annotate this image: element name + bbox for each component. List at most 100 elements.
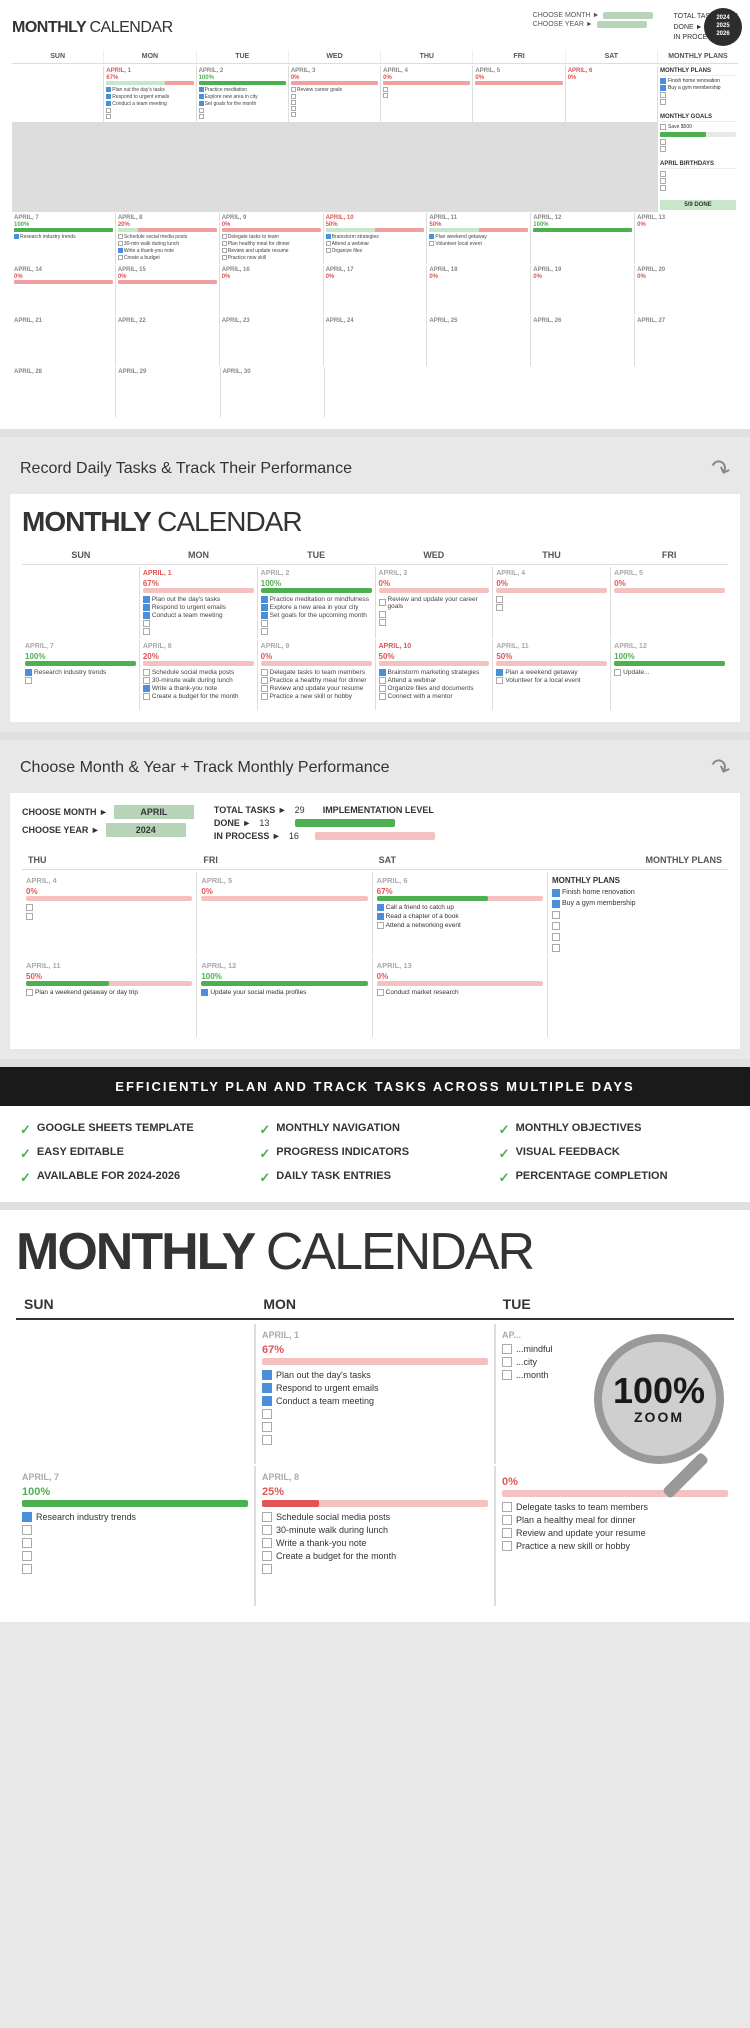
large-cal-cell-apr1: APRIL, 1 67% Plan out the day's tasks Re…: [256, 1324, 494, 1464]
separator-3: [0, 1059, 750, 1067]
check-icon: ✓: [259, 1170, 270, 1186]
day-sun: SUN: [12, 50, 104, 63]
description-text-2: Choose Month & Year + Track Monthly Perf…: [20, 759, 700, 777]
large-day-sun: SUN: [16, 1290, 255, 1318]
feature-label: DAILY TASK ENTRIES: [276, 1170, 391, 1182]
cal-cell: APRIL, 5 0%: [473, 66, 564, 122]
day-label-wed: WED: [375, 546, 493, 564]
feature-label: EASY EDITABLE: [37, 1146, 124, 1158]
cal-cell: APRIL, 6 0%: [566, 66, 657, 122]
done-impl-bar: [295, 819, 395, 827]
section-description-2: Choose Month & Year + Track Monthly Perf…: [0, 740, 750, 793]
check-icon: ✓: [20, 1146, 31, 1162]
perf-controls: CHOOSE MONTH ► APRIL CHOOSE YEAR ► 2024: [22, 805, 194, 837]
cal-cell-medium: [22, 567, 139, 639]
description-text-1: Record Daily Tasks & Track Their Perform…: [20, 460, 700, 478]
check-icon: ✓: [499, 1146, 510, 1162]
section-description-1: Record Daily Tasks & Track Their Perform…: [0, 437, 750, 494]
separator-4: [0, 1202, 750, 1210]
cal-cell: APRIL, 4 0%: [381, 66, 472, 122]
perf-year-value: 2024: [106, 823, 186, 837]
cal-cell-medium: APRIL, 11 50% Plan a weekend getaway Vol…: [493, 640, 610, 710]
features-col1: ✓ GOOGLE SHEETS TEMPLATE ✓ EASY EDITABLE…: [20, 1122, 251, 1186]
feature-item: ✓ MONTHLY OBJECTIVES: [499, 1122, 730, 1138]
perf-grid-week2: APRIL, 11 50% Plan a weekend getaway or …: [22, 957, 728, 1037]
day-label-fri: FRI: [610, 546, 728, 564]
day-fri: FRI: [473, 50, 565, 63]
check-icon: ✓: [20, 1122, 31, 1138]
cal-row-3: APRIL, 14 0% APRIL, 15 0% APRIL, 16 0% A…: [12, 265, 738, 315]
done-count: 5/9 DONE: [660, 200, 736, 210]
cal-row-1: APRIL, 1 67% Plan out the day's tasks Re…: [12, 66, 738, 212]
year-badge: 2024 2025 2026: [704, 8, 742, 46]
feature-item: ✓ PERCENTAGE COMPLETION: [499, 1170, 730, 1186]
large-days-header: SUN MON TUE: [16, 1290, 734, 1320]
large-day-mon: MON: [255, 1290, 494, 1318]
cal-cell-medium: APRIL, 5 0%: [611, 567, 728, 639]
perf-plans-cell: MONTHLY PLANS Finish home renovation Buy…: [548, 872, 728, 956]
feature-label: MONTHLY OBJECTIVES: [516, 1122, 642, 1134]
check-icon: ✓: [499, 1122, 510, 1138]
cal-grid-medium-week1: APRIL, 1 67% Plan out the day's tasks Re…: [22, 567, 728, 639]
perf-cell: APRIL, 12 100% Update your social media …: [197, 957, 371, 1037]
magnifier: 100% ZOOM: [594, 1334, 724, 1511]
perf-cell: APRIL, 4 0%: [22, 872, 196, 956]
perf-cell: APRIL, 11 50% Plan a weekend getaway or …: [22, 957, 196, 1037]
large-cal-cell-empty: [16, 1324, 254, 1464]
cal-title-thumb: MONTHLY CALENDAR: [12, 19, 173, 37]
features-grid: ✓ GOOGLE SHEETS TEMPLATE ✓ EASY EDITABLE…: [20, 1122, 730, 1186]
choose-year-label: CHOOSE YEAR ►: [533, 21, 593, 28]
cal-cell-medium: APRIL, 1 67% Plan out the day's tasks Re…: [140, 567, 257, 639]
check-icon: ✓: [259, 1146, 270, 1162]
perf-top: CHOOSE MONTH ► APRIL CHOOSE YEAR ► 2024 …: [22, 805, 728, 841]
perf-cell: APRIL, 5 0%: [197, 872, 371, 956]
day-label-thu: THU: [493, 546, 611, 564]
feature-item: ✓ VISUAL FEEDBACK: [499, 1146, 730, 1162]
magnifier-circle: 100% ZOOM: [594, 1334, 724, 1464]
day-label-mon: MON: [140, 546, 258, 564]
perf-month-label: CHOOSE MONTH ►: [22, 807, 108, 817]
features-col3: ✓ MONTHLY OBJECTIVES ✓ VISUAL FEEDBACK ✓…: [499, 1122, 730, 1186]
cal-cell-medium: APRIL, 3 0% Review and update your caree…: [376, 567, 493, 639]
check-icon: ✓: [259, 1122, 270, 1138]
day-mon: MON: [104, 50, 196, 63]
feature-item: ✓ PROGRESS INDICATORS: [259, 1146, 490, 1162]
cal-cell: [12, 66, 103, 122]
month-bar: [603, 12, 653, 19]
day-sat: SAT: [566, 50, 658, 63]
perf-cell: APRIL, 6 67% Call a friend to catch up R…: [373, 872, 547, 956]
perf-year-label: CHOOSE YEAR ►: [22, 825, 100, 835]
choose-month-label: CHOOSE MONTH ►: [533, 12, 600, 19]
features-col2: ✓ MONTHLY NAVIGATION ✓ PROGRESS INDICATO…: [259, 1122, 490, 1186]
section-calendar-medium: MONTHLY CALENDAR SUN MON TUE WED THU FRI…: [10, 494, 740, 722]
cal-title-medium: MONTHLY CALENDAR: [22, 506, 728, 538]
cal-cell-medium: APRIL, 7 100% Research industry trends: [22, 640, 139, 710]
feature-label: GOOGLE SHEETS TEMPLATE: [37, 1122, 194, 1134]
perf-day-sat: SAT: [373, 851, 548, 869]
day-tue: TUE: [197, 50, 289, 63]
cal-cell-medium: APRIL, 10 50% Brainstorm marketing strat…: [376, 640, 493, 710]
days-header-medium: SUN MON TUE WED THU FRI: [22, 546, 728, 565]
feature-item: ✓ GOOGLE SHEETS TEMPLATE: [20, 1122, 251, 1138]
feature-label: PROGRESS INDICATORS: [276, 1146, 409, 1158]
cal-row-4: APRIL, 21 APRIL, 22 APRIL, 23 APRIL, 24 …: [12, 316, 738, 366]
cal-cell: APRIL, 3 0% Review career goals: [289, 66, 380, 122]
feature-label: MONTHLY NAVIGATION: [276, 1122, 400, 1134]
cal-grid-medium-week2: APRIL, 7 100% Research industry trends A…: [22, 640, 728, 710]
feature-item: ✓ AVAILABLE FOR 2024-2026: [20, 1170, 251, 1186]
cal-cell: APRIL, 2 100% Practice meditation Explor…: [197, 66, 288, 122]
cal-cell-medium: APRIL, 12 100% Update...: [611, 640, 728, 710]
dark-banner: EFFICIENTLY PLAN AND TRACK TASKS ACROSS …: [0, 1067, 750, 1106]
large-cal-row1: APRIL, 1 67% Plan out the day's tasks Re…: [16, 1324, 734, 1464]
check-icon: ✓: [499, 1170, 510, 1186]
year-bar: [597, 21, 647, 28]
perf-plans-label: MONTHLY PLANS: [548, 851, 728, 869]
side-panel-plans: MONTHLY PLANS Finish home renovation Buy…: [658, 66, 738, 212]
cal-row-2: APRIL, 7 100% Research industry trends A…: [12, 213, 738, 264]
section-calendar-large: MONTHLY CALENDAR SUN MON TUE APRIL, 1 67…: [0, 1210, 750, 1622]
cal-cell: APRIL, 1 67% Plan out the day's tasks Re…: [104, 66, 195, 122]
curved-arrow-2: ↷: [706, 751, 735, 785]
cal-title-large: MONTHLY CALENDAR: [16, 1226, 734, 1278]
section-features: ✓ GOOGLE SHEETS TEMPLATE ✓ EASY EDITABLE…: [0, 1106, 750, 1202]
separator-1: [0, 429, 750, 437]
